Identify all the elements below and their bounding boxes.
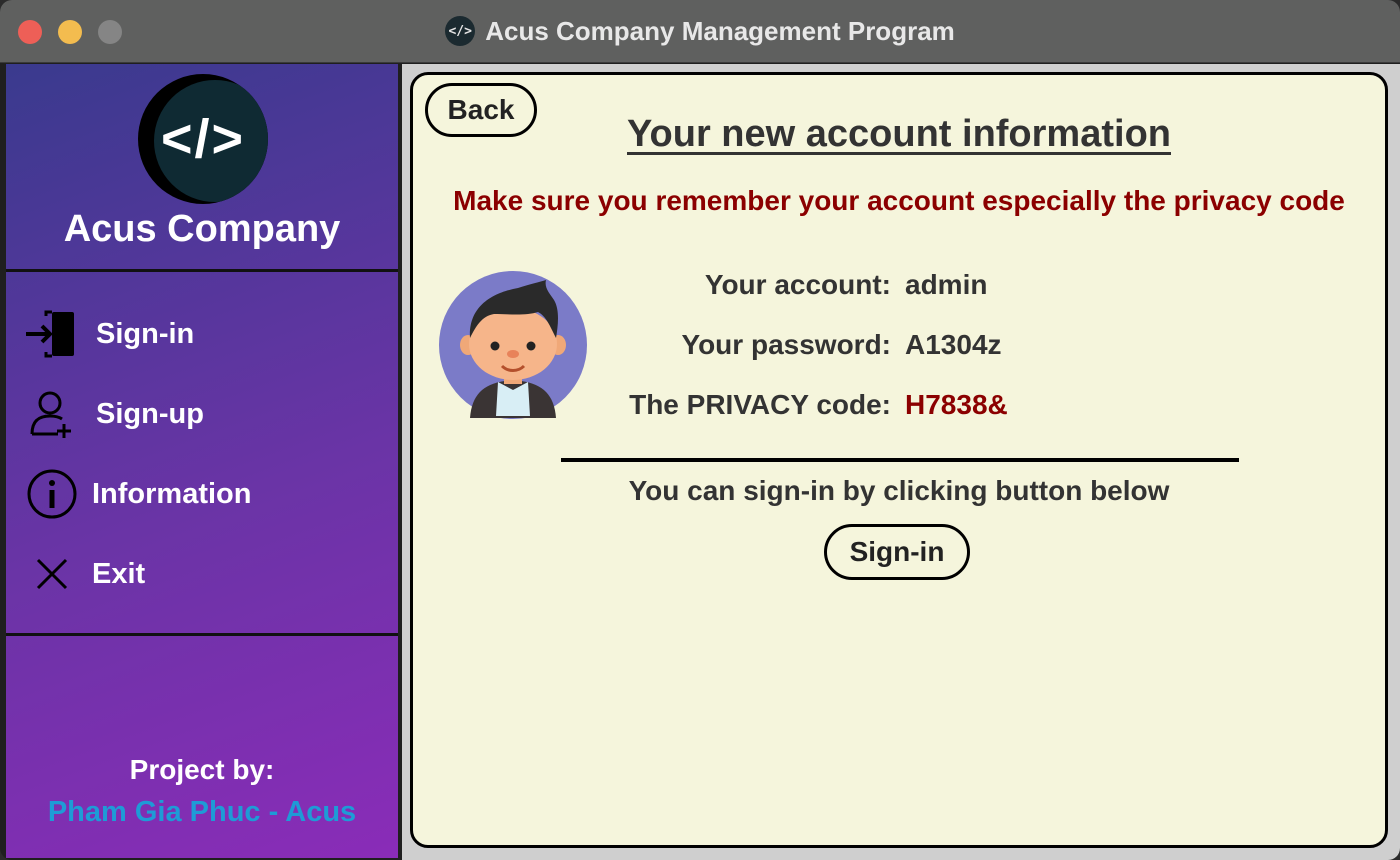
- info-circle-icon: [24, 466, 80, 522]
- account-label: Your account:: [704, 269, 891, 300]
- sidebar-divider-top: [6, 269, 398, 272]
- window-title-group: </> Acus Company Management Program: [0, 0, 1400, 62]
- sign-in-door-icon: [24, 306, 80, 362]
- page-title: Your new account information: [627, 113, 1171, 155]
- privacy-code-label: The PRIVACY code:: [629, 389, 891, 420]
- sidebar-item-label: Sign-in: [96, 317, 195, 350]
- privacy-code-value: H7838&: [905, 389, 1008, 420]
- sign-in-hint: You can sign-in by clicking button below: [628, 475, 1170, 506]
- add-user-icon: [24, 386, 80, 442]
- logo-code-symbol: </>: [160, 109, 246, 169]
- content-divider: [561, 458, 1239, 462]
- credit-section: Project by: Pham Gia Phuc - Acus: [6, 754, 398, 829]
- account-value: admin: [905, 269, 988, 300]
- warning-message: Make sure you remember your account espe…: [453, 185, 1345, 216]
- sidebar-item-label: Sign-up: [96, 397, 204, 430]
- sidebar-item-sign-up[interactable]: Sign-up: [24, 386, 384, 442]
- password-value: A1304z: [905, 329, 1002, 360]
- company-name: Acus Company: [63, 208, 341, 250]
- sidebar-item-exit[interactable]: Exit: [24, 546, 384, 602]
- app-window: </> Acus Company Management Program </> …: [0, 0, 1400, 860]
- brand-section: </> Acus Company: [6, 64, 398, 270]
- sidebar-divider-bottom: [6, 633, 398, 636]
- sidebar-nav: Sign-in Sign-up Information Exit: [6, 274, 398, 634]
- sidebar-item-label: Exit: [92, 557, 146, 590]
- app-code-icon: </>: [445, 16, 476, 46]
- close-x-icon: [24, 546, 80, 602]
- sidebar: </> Acus Company Sign-in Sign-up Informa…: [6, 64, 398, 858]
- account-row: Your account: admin: [563, 265, 1263, 305]
- company-logo: </>: [138, 74, 268, 204]
- window-title: Acus Company Management Program: [485, 15, 955, 46]
- credit-author: Pham Gia Phuc - Acus: [47, 796, 357, 828]
- sign-in-button[interactable]: Sign-in: [824, 524, 970, 580]
- credit-title: Project by:: [129, 754, 275, 785]
- title-bar: </> Acus Company Management Program: [0, 0, 1400, 63]
- account-info-card: Back Your new account information Make s…: [410, 72, 1388, 848]
- password-row: Your password: A1304z: [563, 325, 1263, 365]
- privacy-code-row: The PRIVACY code: H7838&: [563, 385, 1263, 425]
- password-label: Your password:: [681, 329, 891, 360]
- sidebar-item-information[interactable]: Information: [24, 466, 384, 522]
- sidebar-item-label: Information: [92, 477, 252, 510]
- sidebar-item-sign-in[interactable]: Sign-in: [24, 306, 384, 362]
